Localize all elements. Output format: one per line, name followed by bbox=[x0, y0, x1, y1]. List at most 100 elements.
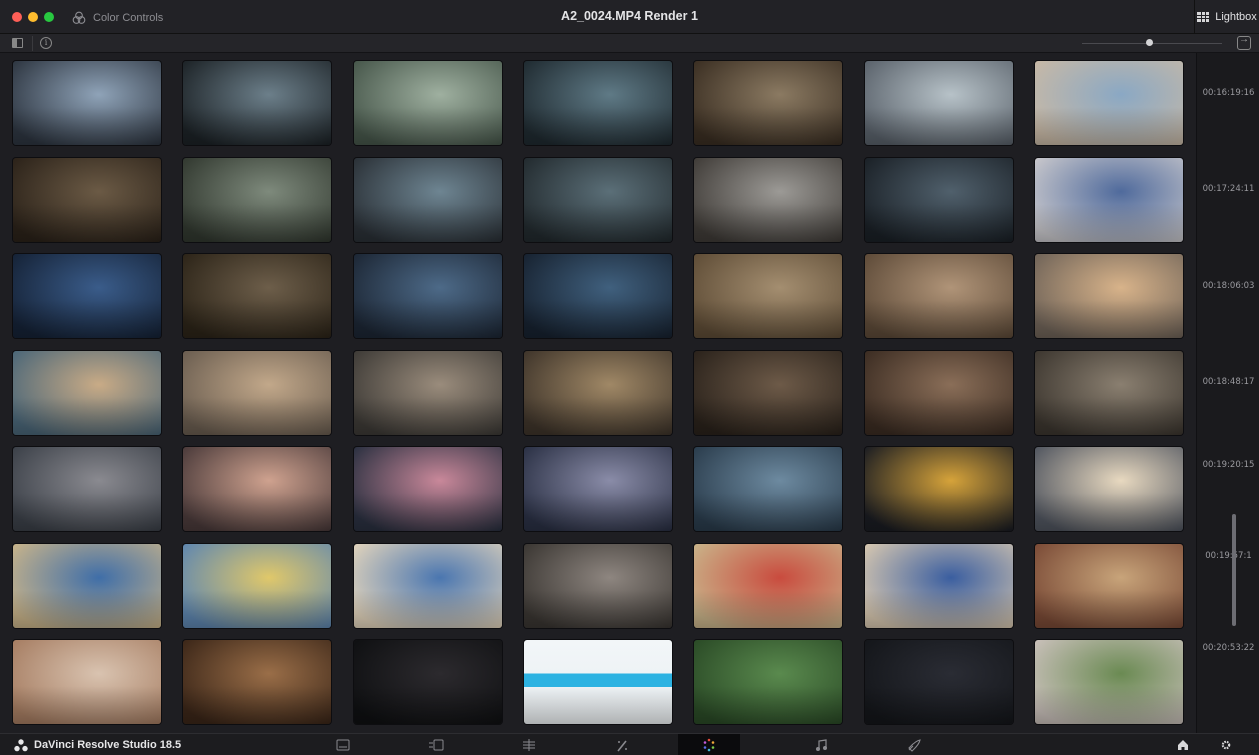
media-page-button[interactable] bbox=[318, 734, 368, 755]
clip-thumbnail[interactable] bbox=[1035, 158, 1183, 242]
zoom-slider-handle[interactable] bbox=[1146, 39, 1153, 46]
timecode-column: 00:16:19:16 00:17:24:11 00:18:06:03 00:1… bbox=[1196, 53, 1259, 733]
sidebar-toggle-icon[interactable] bbox=[12, 38, 23, 48]
clip-thumbnail[interactable] bbox=[865, 447, 1013, 531]
clip-thumbnail[interactable] bbox=[865, 158, 1013, 242]
clip-thumbnail-shade bbox=[13, 590, 161, 628]
clip-thumbnail-shade bbox=[354, 493, 502, 531]
cut-page-button[interactable] bbox=[411, 734, 461, 755]
clip-thumbnail-shade bbox=[183, 204, 331, 242]
edit-page-button[interactable] bbox=[504, 734, 554, 755]
clip-thumbnail[interactable] bbox=[865, 351, 1013, 435]
clip-thumbnail[interactable] bbox=[694, 447, 842, 531]
clip-thumbnail[interactable] bbox=[354, 351, 502, 435]
clip-thumbnail[interactable] bbox=[183, 61, 331, 145]
clip-thumbnail[interactable] bbox=[865, 640, 1013, 724]
info-icon[interactable]: i bbox=[40, 37, 52, 49]
clip-thumbnail-shade bbox=[694, 397, 842, 435]
clip-thumbnail-shade bbox=[13, 204, 161, 242]
clip-thumbnail[interactable] bbox=[354, 544, 502, 628]
clip-thumbnail-shade bbox=[865, 204, 1013, 242]
clip-thumbnail-shade bbox=[865, 107, 1013, 145]
window-title: A2_0024.MP4 Render 1 bbox=[561, 9, 698, 23]
clip-thumbnail[interactable] bbox=[1035, 61, 1183, 145]
clip-thumbnail[interactable] bbox=[183, 158, 331, 242]
clip-thumbnail[interactable] bbox=[524, 544, 672, 628]
exit-lightbox-icon[interactable] bbox=[1237, 34, 1251, 50]
clip-thumbnail[interactable] bbox=[354, 158, 502, 242]
clip-thumbnail[interactable] bbox=[13, 640, 161, 724]
clip-thumbnail[interactable] bbox=[524, 254, 672, 338]
clip-thumbnail[interactable] bbox=[1035, 544, 1183, 628]
clip-thumbnail-shade bbox=[1035, 107, 1183, 145]
row-timecode: 00:19:20:15 bbox=[1202, 460, 1255, 470]
clip-thumbnail[interactable] bbox=[694, 640, 842, 724]
clip-thumbnail[interactable] bbox=[1035, 254, 1183, 338]
clip-thumbnail[interactable] bbox=[524, 61, 672, 145]
clip-thumbnail[interactable] bbox=[183, 447, 331, 531]
gear-icon bbox=[1221, 740, 1231, 750]
lightbox-grid bbox=[0, 53, 1196, 733]
clip-thumbnail[interactable] bbox=[694, 158, 842, 242]
clip-thumbnail-shade bbox=[694, 686, 842, 724]
clip-thumbnail[interactable] bbox=[183, 640, 331, 724]
clip-thumbnail[interactable] bbox=[13, 61, 161, 145]
clip-thumbnail[interactable] bbox=[524, 158, 672, 242]
clip-thumbnail[interactable] bbox=[354, 254, 502, 338]
clip-thumbnail[interactable] bbox=[524, 640, 672, 724]
clip-thumbnail-shade bbox=[183, 107, 331, 145]
clip-thumbnail[interactable] bbox=[354, 61, 502, 145]
clip-thumbnail[interactable] bbox=[354, 447, 502, 531]
clip-thumbnail[interactable] bbox=[13, 544, 161, 628]
clip-thumbnail-shade bbox=[183, 397, 331, 435]
clip-thumbnail-shade bbox=[524, 397, 672, 435]
color-page-icon bbox=[703, 738, 715, 752]
clip-thumbnail-shade bbox=[354, 686, 502, 724]
home-button[interactable] bbox=[1163, 734, 1203, 755]
clip-thumbnail-shade bbox=[354, 107, 502, 145]
clip-thumbnail[interactable] bbox=[13, 158, 161, 242]
media-page-icon bbox=[336, 739, 350, 751]
clip-thumbnail-shade bbox=[1035, 300, 1183, 338]
clip-thumbnail[interactable] bbox=[13, 254, 161, 338]
clip-thumbnail[interactable] bbox=[694, 544, 842, 628]
fusion-page-button[interactable] bbox=[597, 734, 647, 755]
clip-thumbnail[interactable] bbox=[694, 351, 842, 435]
home-icon bbox=[1178, 740, 1188, 750]
clip-thumbnail[interactable] bbox=[1035, 351, 1183, 435]
clip-thumbnail[interactable] bbox=[524, 351, 672, 435]
clip-thumbnail-shade bbox=[1035, 204, 1183, 242]
clip-thumbnail[interactable] bbox=[865, 254, 1013, 338]
clip-thumbnail-shade bbox=[865, 300, 1013, 338]
clip-thumbnail[interactable] bbox=[694, 61, 842, 145]
clip-thumbnail[interactable] bbox=[13, 351, 161, 435]
lightbox-grid-icon bbox=[1197, 12, 1210, 22]
clip-thumbnail-shade bbox=[524, 590, 672, 628]
clip-thumbnail-shade bbox=[694, 590, 842, 628]
page-navigation-bar: DaVinci Resolve Studio 18.5 bbox=[0, 733, 1259, 755]
clip-thumbnail[interactable] bbox=[865, 61, 1013, 145]
toolbar-divider bbox=[32, 36, 33, 51]
clip-thumbnail[interactable] bbox=[524, 447, 672, 531]
clip-thumbnail-shade bbox=[1035, 590, 1183, 628]
color-page-button[interactable] bbox=[678, 734, 740, 755]
fairlight-page-button[interactable] bbox=[796, 734, 846, 755]
clip-thumbnail[interactable] bbox=[1035, 640, 1183, 724]
vertical-scrollbar[interactable] bbox=[1232, 514, 1236, 626]
clip-thumbnail[interactable] bbox=[183, 254, 331, 338]
clip-thumbnail-shade bbox=[524, 686, 672, 724]
clip-thumbnail[interactable] bbox=[694, 254, 842, 338]
clip-thumbnail-shade bbox=[13, 300, 161, 338]
clip-thumbnail-shade bbox=[354, 397, 502, 435]
clip-thumbnail[interactable] bbox=[354, 640, 502, 724]
clip-thumbnail[interactable] bbox=[1035, 447, 1183, 531]
deliver-page-button[interactable] bbox=[889, 734, 939, 755]
clip-thumbnail-shade bbox=[13, 493, 161, 531]
clip-thumbnail[interactable] bbox=[183, 544, 331, 628]
settings-button[interactable] bbox=[1206, 734, 1246, 755]
cut-page-icon bbox=[429, 739, 444, 751]
clip-thumbnail[interactable] bbox=[13, 447, 161, 531]
lightbox-button[interactable]: Lightbox bbox=[1194, 0, 1259, 34]
clip-thumbnail[interactable] bbox=[865, 544, 1013, 628]
clip-thumbnail[interactable] bbox=[183, 351, 331, 435]
